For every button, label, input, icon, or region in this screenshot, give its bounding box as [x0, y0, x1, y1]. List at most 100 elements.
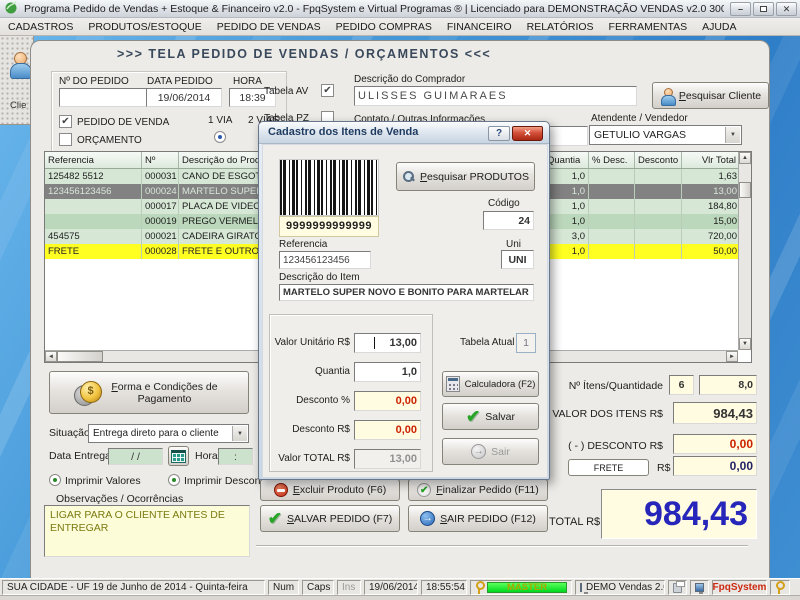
column-header-1[interactable]: Nº	[142, 152, 179, 168]
table-cell-ref: 125482 5512	[45, 169, 142, 184]
status-num: Num	[268, 580, 299, 595]
unit-field[interactable]: UNI	[501, 250, 534, 269]
close-button-icon[interactable]	[776, 2, 797, 16]
table-cell-total: 13,00	[682, 184, 738, 199]
freight-button[interactable]: FRETE	[568, 459, 649, 476]
close-icon[interactable]	[512, 126, 543, 141]
menu-item-pedido-de-vendas[interactable]: PEDIDO DE VENDAS	[217, 21, 321, 33]
print-discounts-radio[interactable]	[168, 474, 180, 486]
client-button-label[interactable]: Clie	[10, 100, 26, 111]
scroll-up-icon[interactable]	[739, 152, 751, 164]
calculator-button[interactable]: Calculadora (F2)	[442, 371, 539, 397]
code-field[interactable]: 24	[483, 211, 534, 230]
grand-total-label: TOTAL R$	[549, 516, 600, 528]
exit-item-button[interactable]: Sair	[442, 438, 539, 465]
chevron-down-icon[interactable]	[232, 426, 247, 441]
finalize-order-button[interactable]: Finalizar Pedido (F11)	[408, 479, 548, 501]
current-table-field: 1	[516, 333, 536, 353]
table-cell-num: 000031	[142, 169, 179, 184]
exit-item-arrow-icon	[471, 444, 486, 459]
attendant-dropdown[interactable]: GETULIO VARGAS	[589, 125, 742, 145]
status-key-panel	[770, 580, 790, 595]
scroll-down-icon[interactable]	[739, 338, 751, 350]
scroll-left-icon[interactable]	[45, 351, 57, 362]
calendar-button[interactable]	[168, 446, 189, 466]
table-cell-disc	[635, 169, 682, 184]
delivery-date-field[interactable]: / /	[108, 448, 163, 465]
save-item-check-icon	[466, 410, 480, 424]
items-qty-field: 8,0	[699, 375, 757, 395]
payment-conditions-button[interactable]: Forma e Condições de Pagamento	[49, 371, 249, 414]
table-cell-ref: FRETE	[45, 244, 142, 259]
menu-item-cadastros[interactable]: CADASTROS	[8, 21, 73, 33]
exit-item-label: Sair	[491, 446, 510, 458]
tabela-av-label: Tabela AV	[264, 86, 308, 97]
status-version-panel: DEMO Vendas 2.0	[575, 580, 665, 595]
print-values-radio[interactable]	[49, 474, 61, 486]
vertical-scroll-thumb[interactable]	[739, 182, 751, 198]
table-cell-disc	[635, 184, 682, 199]
quantity-field[interactable]: 1,0	[354, 362, 421, 382]
save-item-button[interactable]: Salvar	[442, 403, 539, 430]
menu-item-ferramentas[interactable]: FERRAMENTAS	[609, 21, 688, 33]
pedido-venda-checkbox[interactable]	[59, 115, 72, 128]
app-logo-icon	[4, 0, 18, 17]
client-icon[interactable]	[9, 52, 31, 78]
calculator-icon	[446, 376, 460, 392]
delete-product-button[interactable]: Excluir Produto (F6)	[260, 479, 400, 501]
status-brand-panel: FpqSystem	[712, 580, 767, 595]
observations-textarea[interactable]: LIGAR PARA O CLIENTE ANTES DE ENTREGAR	[44, 505, 250, 557]
chevron-down-icon[interactable]	[725, 127, 740, 143]
item-description-field[interactable]: MARTELO SUPER NOVO E BONITO PARA MARTELA…	[279, 284, 534, 301]
status-printer-panel	[668, 580, 687, 595]
menu-item-pedido-compras[interactable]: PEDIDO COMPRAS	[336, 21, 432, 33]
column-header-6[interactable]: Vlr Total	[682, 152, 740, 168]
items-count-field: 6	[669, 375, 694, 395]
tabela-av-checkbox[interactable]	[321, 84, 334, 97]
printer-icon	[673, 583, 682, 593]
save-item-label: Salvar	[485, 411, 515, 423]
status-version: DEMO Vendas 2.0	[586, 582, 665, 593]
save-order-button[interactable]: SALVAR PEDIDO (F7)	[260, 505, 400, 532]
items-value-field: 984,43	[673, 402, 757, 424]
exit-order-button[interactable]: SAIR PEDIDO (F12)	[408, 505, 548, 532]
save-check-icon	[268, 512, 282, 526]
key-icon	[475, 581, 484, 595]
discount-percent-label: Desconto %	[270, 395, 350, 406]
exit-arrow-icon	[420, 511, 435, 526]
table-cell-num: 000028	[142, 244, 179, 259]
search-products-button[interactable]: Pesquisar PRODUTOS	[396, 162, 535, 191]
menu-item-produtos-estoque[interactable]: PRODUTOS/ESTOQUE	[88, 21, 201, 33]
vertical-scrollbar[interactable]	[738, 152, 751, 350]
discount-field: 0,00	[673, 434, 757, 454]
column-header-0[interactable]: Referencia	[45, 152, 142, 168]
scroll-right-icon[interactable]	[726, 351, 738, 362]
buyer-field[interactable]: ULISSES GUIMARAES	[354, 86, 637, 106]
orcamento-label: ORÇAMENTO	[77, 135, 142, 146]
orcamento-checkbox[interactable]	[59, 133, 72, 146]
column-header-5[interactable]: Desconto	[635, 152, 682, 168]
search-client-button[interactable]: Pesquisar Cliente	[652, 82, 769, 109]
via1-radio[interactable]	[214, 131, 226, 143]
table-cell-total: 184,80	[682, 199, 738, 214]
menu-item-ajuda[interactable]: AJUDA	[702, 21, 736, 33]
menu-item-relat-rios[interactable]: RELATÓRIOS	[527, 21, 594, 33]
network-icon	[695, 583, 704, 592]
situation-dropdown[interactable]: Entrega direto para o cliente	[88, 424, 249, 443]
unit-price-field[interactable]: 13,00	[354, 333, 421, 353]
discount-percent-field[interactable]: 0,00	[354, 391, 421, 411]
reference-field[interactable]: 123456123456	[279, 251, 371, 269]
order-date-field[interactable]: 19/06/2014	[146, 88, 222, 107]
column-header-4[interactable]: % Desc.	[589, 152, 635, 168]
discount-value-field[interactable]: 0,00	[354, 420, 421, 440]
restore-button-icon[interactable]	[753, 2, 774, 16]
delivery-time-field[interactable]: :	[218, 448, 253, 465]
status-ins: Ins	[337, 580, 361, 595]
table-cell-total: 15,00	[682, 214, 738, 229]
buyer-label: Descrição do Comprador	[354, 74, 465, 85]
help-icon[interactable]	[488, 126, 510, 141]
horizontal-scroll-thumb[interactable]	[57, 351, 103, 362]
menu-item-financeiro[interactable]: FINANCEIRO	[447, 21, 512, 33]
minimize-button-icon[interactable]	[730, 2, 751, 16]
search-products-label: Pesquisar PRODUTOS	[420, 171, 529, 183]
